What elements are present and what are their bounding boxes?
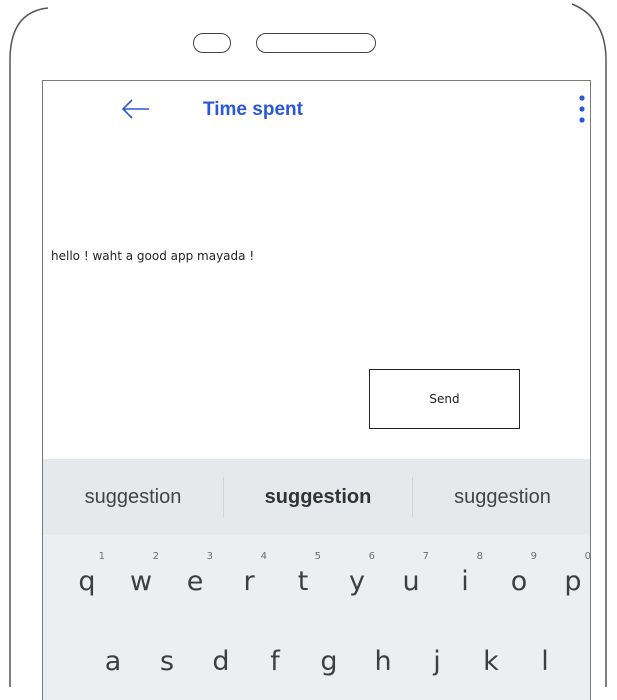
suggestion-right[interactable]: suggestion xyxy=(413,459,590,535)
front-camera xyxy=(193,33,231,53)
key-number-hint: 3 xyxy=(206,551,213,562)
key-letter: j xyxy=(433,646,441,677)
suggestion-center[interactable]: suggestion xyxy=(224,459,412,535)
key-number-hint: 5 xyxy=(314,551,321,562)
key-d[interactable]: d xyxy=(197,627,245,683)
key-letter: a xyxy=(104,646,122,677)
key-letter: d xyxy=(212,646,230,677)
key-number-hint: 2 xyxy=(152,551,159,562)
key-number-hint: 7 xyxy=(422,551,429,562)
key-letter: u xyxy=(402,566,420,597)
send-button[interactable]: Send xyxy=(369,369,520,429)
key-letter: p xyxy=(564,566,582,597)
key-i[interactable]: i8 xyxy=(441,547,489,603)
key-p[interactable]: p0 xyxy=(549,547,591,603)
key-number-hint: 4 xyxy=(260,551,267,562)
key-letter: e xyxy=(186,566,204,597)
key-letter: l xyxy=(541,646,549,677)
key-u[interactable]: u7 xyxy=(387,547,435,603)
earpiece-speaker xyxy=(256,33,376,53)
suggestion-strip: suggestion suggestion suggestion xyxy=(43,459,590,535)
key-f[interactable]: f xyxy=(251,627,299,683)
key-o[interactable]: o9 xyxy=(495,547,543,603)
key-number-hint: 0 xyxy=(584,551,591,562)
key-q[interactable]: q1 xyxy=(63,547,111,603)
key-letter: g xyxy=(320,646,338,677)
key-j[interactable]: j xyxy=(413,627,461,683)
key-letter: q xyxy=(78,566,96,597)
key-number-hint: 8 xyxy=(476,551,483,562)
key-letter: r xyxy=(243,566,255,597)
key-letter: y xyxy=(349,566,365,597)
key-number-hint: 1 xyxy=(98,551,105,562)
key-e[interactable]: e3 xyxy=(171,547,219,603)
key-r[interactable]: r4 xyxy=(225,547,273,603)
message-text: hello ! waht a good app mayada ! xyxy=(51,249,255,263)
key-a[interactable]: a xyxy=(89,627,137,683)
key-letter: f xyxy=(270,646,280,677)
more-vert-icon[interactable] xyxy=(577,93,587,127)
key-letter: t xyxy=(297,566,309,597)
key-g[interactable]: g xyxy=(305,627,353,683)
phone-screen: Time spent hello ! waht a good app mayad… xyxy=(42,80,591,700)
key-letter: i xyxy=(461,566,469,597)
suggestion-left[interactable]: suggestion xyxy=(43,459,223,535)
key-letter: h xyxy=(374,646,392,677)
key-k[interactable]: k xyxy=(467,627,515,683)
key-number-hint: 6 xyxy=(368,551,375,562)
page-title: Time spent xyxy=(203,99,303,120)
key-t[interactable]: t5 xyxy=(279,547,327,603)
key-y[interactable]: y6 xyxy=(333,547,381,603)
key-l[interactable]: l xyxy=(521,627,569,683)
app-bar: Time spent xyxy=(43,81,590,141)
key-h[interactable]: h xyxy=(359,627,407,683)
key-w[interactable]: w2 xyxy=(117,547,165,603)
key-letter: o xyxy=(510,566,528,597)
key-s[interactable]: s xyxy=(143,627,191,683)
key-letter: s xyxy=(159,646,175,677)
arrow-left-icon[interactable] xyxy=(121,97,151,121)
key-letter: k xyxy=(483,646,499,677)
on-screen-keyboard: suggestion suggestion suggestion q1w2e3r… xyxy=(43,459,591,700)
key-number-hint: 9 xyxy=(530,551,537,562)
key-letter: w xyxy=(129,566,153,597)
